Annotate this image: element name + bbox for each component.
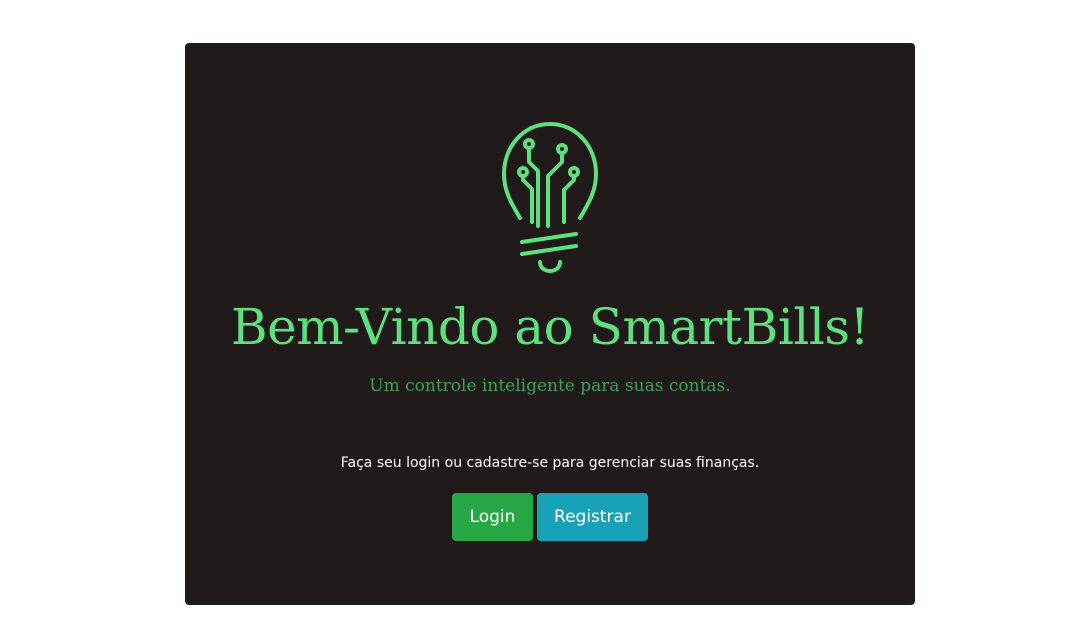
page-subtitle: Um controle inteligente para suas contas… <box>369 376 731 396</box>
login-button[interactable]: Login <box>452 493 533 541</box>
register-button[interactable]: Registrar <box>537 493 648 541</box>
login-prompt-text: Faça seu login ou cadastre-se para geren… <box>340 455 760 471</box>
page: Bem-Vindo ao SmartBills! Um controle int… <box>0 0 1075 632</box>
lightbulb-circuit-icon <box>502 122 598 273</box>
page-title: Bem-Vindo ao SmartBills! <box>230 298 870 356</box>
